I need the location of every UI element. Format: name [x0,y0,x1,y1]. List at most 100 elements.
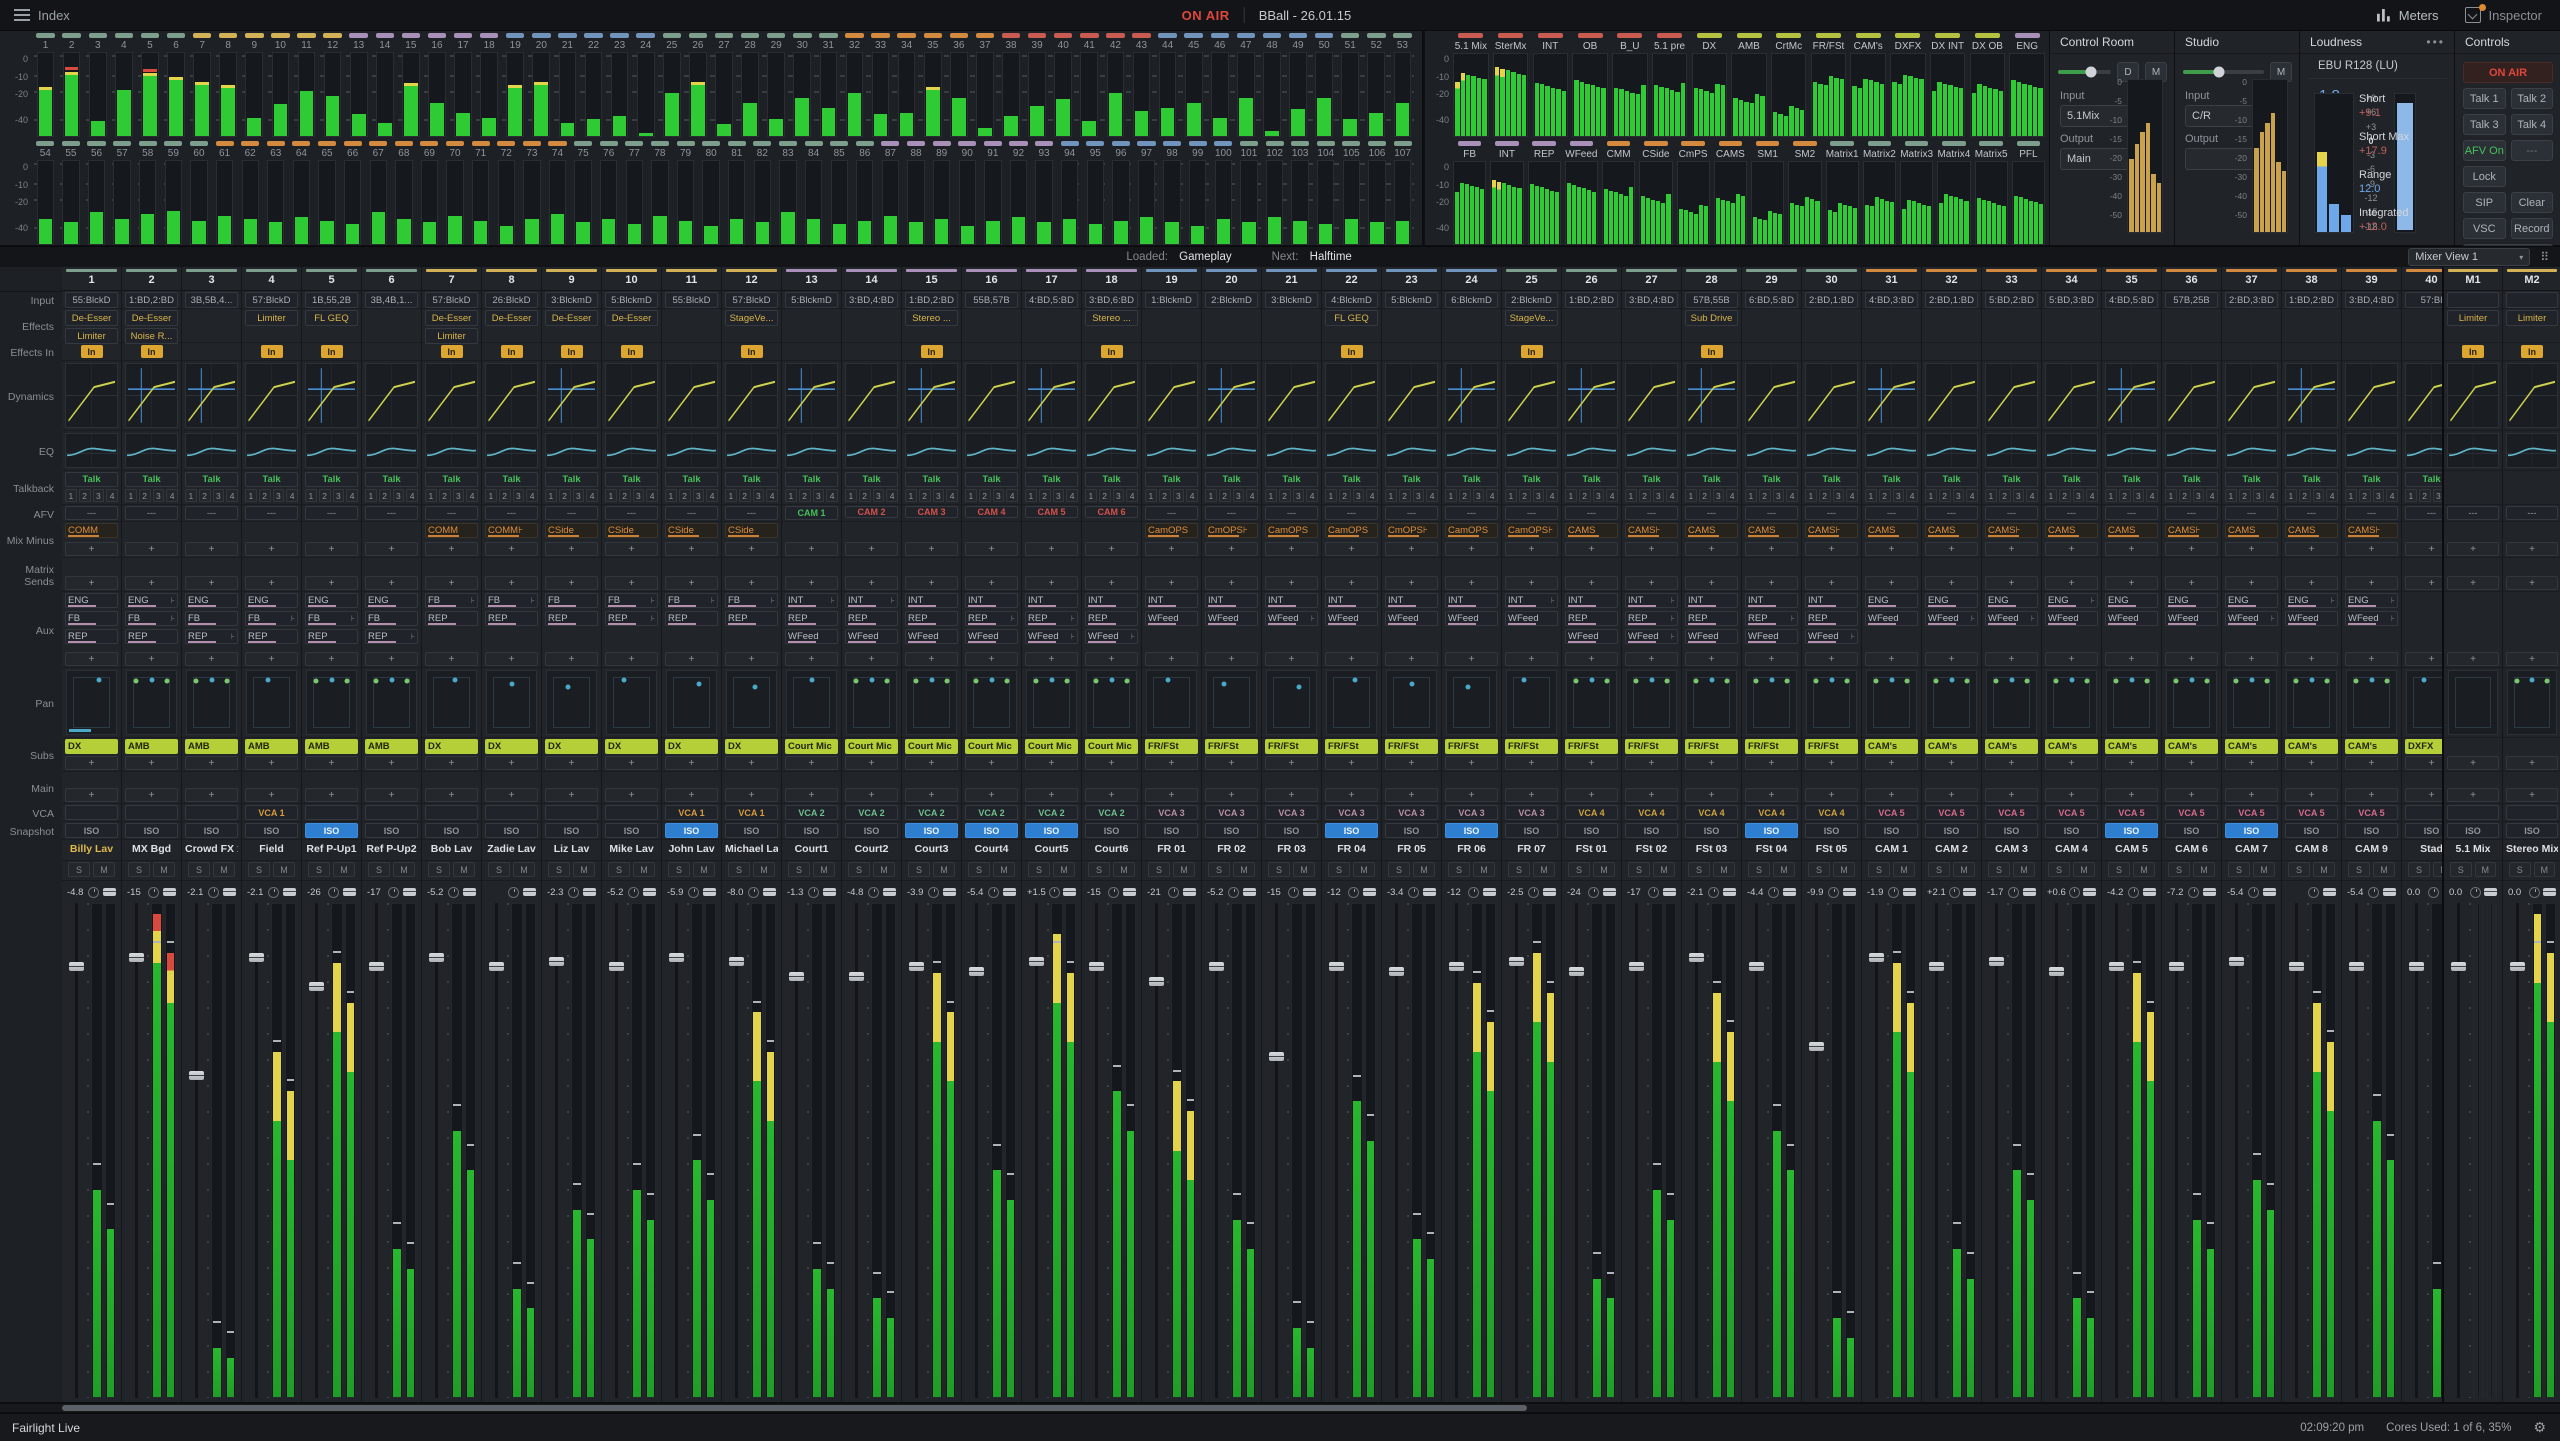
dynamics-graph[interactable] [1745,363,1798,428]
channel-name[interactable]: FSt 02 [1625,841,1678,858]
fader-handle[interactable] [2349,962,2364,972]
aux-send[interactable]: INT ⊦ [785,593,838,608]
eq-row[interactable] [302,431,361,471]
effects-row[interactable]: De-Esser [482,309,541,343]
dynamics-row[interactable] [242,361,301,431]
mute-button[interactable]: M [393,862,415,877]
talk-target-2[interactable]: 2 [1458,489,1471,502]
mixer-view-select[interactable]: Mixer View 1 ▾ [2408,248,2531,266]
pan-knob[interactable] [388,886,399,898]
talk-target-3[interactable]: 3 [2252,489,2265,502]
talk-target-2[interactable]: 2 [198,489,211,502]
aux-add-button[interactable]: + [1625,652,1678,666]
dynamics-row[interactable] [182,361,241,431]
talk-target-2[interactable]: 2 [438,489,451,502]
subs-assign[interactable]: Court Mic [845,739,898,754]
aux-send[interactable]: WFeed [1445,611,1498,626]
fader-handle[interactable] [2049,967,2064,977]
effects-row[interactable] [2402,309,2442,343]
subs-add-button[interactable]: + [1625,756,1678,770]
talk-target-3[interactable]: 3 [1712,489,1725,502]
talk-button[interactable]: Talk [2045,472,2098,487]
mute-button[interactable]: M [2253,862,2275,877]
aux-send[interactable]: REP [305,629,358,644]
mix-minus-add-button[interactable]: + [1025,542,1078,556]
matrix-add-button[interactable]: + [1205,576,1258,590]
talk-target-2[interactable]: 2 [1338,489,1351,502]
iso-button[interactable]: ISO [725,823,778,838]
input-patch[interactable] [2506,292,2558,308]
talk-target-2[interactable]: 2 [618,489,631,502]
input-patch[interactable]: 3:BD,6:BD [1085,292,1138,308]
eq-row[interactable] [1262,431,1321,471]
mute-button[interactable]: M [513,862,535,877]
input-patch[interactable]: 55:BlckD [665,292,718,308]
horizontal-scrollbar[interactable] [0,1404,2560,1412]
subs-assign[interactable]: CAM's [1925,739,1978,754]
talk-button[interactable]: Talk [2165,472,2218,487]
aux-add-button[interactable]: + [1865,652,1918,666]
talk-target-1[interactable]: 1 [665,489,677,502]
aux-send[interactable]: FB [65,611,118,626]
aux-add-button[interactable]: + [2405,652,2442,666]
fader-handle[interactable] [1329,962,1344,972]
pan-pad[interactable] [1806,670,1857,735]
talk-target-1[interactable]: 1 [605,489,617,502]
dynamics-graph[interactable] [905,363,958,428]
iso-button[interactable]: ISO [665,823,718,838]
solo-button[interactable]: S [1388,862,1410,877]
mix-minus-send[interactable]: CSide [605,523,658,538]
mix-minus-send[interactable]: CAMS ⊦ [1985,523,2038,538]
matrix-add-button[interactable]: + [1325,576,1378,590]
eq-graph[interactable] [425,433,478,468]
effect-plugin[interactable]: De-Esser [545,310,598,326]
fader-track[interactable] [2055,903,2058,1398]
subs-add-button[interactable]: + [1385,756,1438,770]
afv-assign[interactable]: --- [485,506,538,520]
aux-add-button[interactable]: + [425,652,478,666]
mix-minus-add-button[interactable]: + [1385,542,1438,556]
afv-assign[interactable]: --- [305,506,358,520]
solo-button[interactable]: S [368,862,390,877]
eq-row[interactable] [1682,431,1741,471]
subs-assign[interactable]: CAM's [2345,739,2398,754]
subs-assign[interactable]: DX [665,739,718,754]
solo-button[interactable]: S [2228,862,2250,877]
pan-pad[interactable] [186,670,237,735]
vca-assign[interactable] [605,805,658,820]
aux-send[interactable]: REP ⊦ [1745,611,1798,626]
iso-button[interactable]: ISO [2045,823,2098,838]
input-row[interactable]: 3:BD,4:BD [842,291,901,309]
fader-track[interactable] [2415,903,2418,1398]
pan-knob[interactable] [988,886,999,898]
subs-assign[interactable]: AMB [305,739,358,754]
effects-in-button[interactable]: In [2521,345,2543,358]
solo-button[interactable]: S [1808,862,1830,877]
aux-send[interactable]: REP ⊦ [1025,611,1078,626]
control-button-clear[interactable]: Clear [2510,192,2553,213]
subs-add-button[interactable]: + [185,756,238,770]
talk-button[interactable]: Talk [1625,472,1678,487]
mix-minus-send[interactable]: CSide [725,523,778,538]
vca-assign[interactable] [305,805,358,820]
pan-knob[interactable] [1708,886,1719,898]
vca-assign[interactable]: VCA 3 [1445,805,1498,820]
aux-add-button[interactable]: + [2345,652,2398,666]
fader-track[interactable] [1635,903,1638,1398]
main-add-button[interactable]: + [2165,788,2218,802]
fader-handle[interactable] [1089,962,1104,972]
iso-button[interactable]: ISO [1145,823,1198,838]
aux-add-button[interactable]: + [365,652,418,666]
talk-target-4[interactable]: 4 [2266,489,2278,502]
solo-button[interactable]: S [1328,862,1350,877]
matrix-add-button[interactable]: + [245,576,298,590]
pan-pad[interactable] [726,670,777,735]
talk-target-4[interactable]: 4 [706,489,718,502]
pan-knob[interactable] [2068,886,2080,898]
subs-assign[interactable]: CAM's [2165,739,2218,754]
iso-button[interactable]: ISO [2405,823,2442,838]
input-patch[interactable]: 2:BlckmD [1205,292,1258,308]
afv-assign[interactable]: --- [2165,506,2218,520]
mix-minus-send[interactable]: CmOPS ⊦ [1205,523,1258,538]
eq-row[interactable] [1922,431,1981,471]
